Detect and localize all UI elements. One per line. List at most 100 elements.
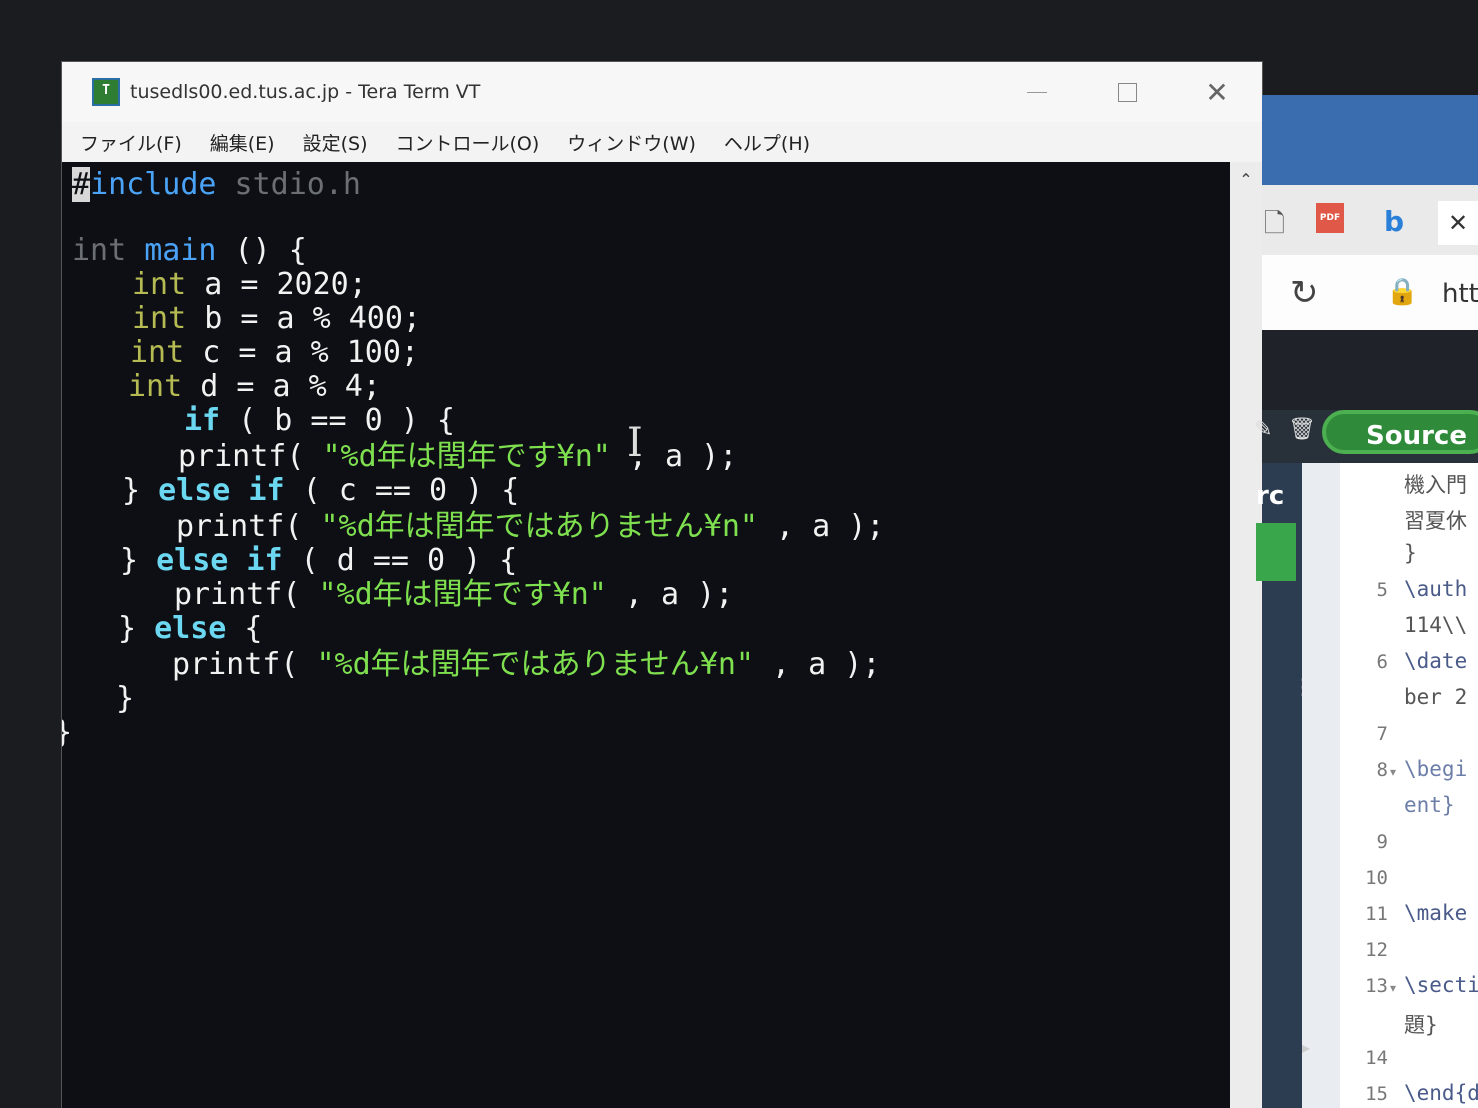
token-rest: b = a % 400; bbox=[186, 301, 421, 336]
token-string: "%d年は閏年ではありません¥n" bbox=[316, 647, 754, 682]
token-printf: printf( bbox=[178, 439, 323, 474]
teraterm-window: T tusedls00.ed.tus.ac.jp - Tera Term VT … bbox=[62, 62, 1262, 1108]
token-brace: } bbox=[120, 543, 157, 578]
token-printf: printf( bbox=[174, 577, 319, 612]
pdf-icon[interactable]: PDF bbox=[1316, 203, 1344, 233]
code-line-6: int c = a % 100; bbox=[130, 336, 419, 370]
token-string: "%d年は閏年です¥n" bbox=[322, 439, 611, 474]
editor-line: } bbox=[1404, 541, 1417, 565]
token-include: include bbox=[90, 167, 217, 202]
line-number: 10 bbox=[1365, 867, 1388, 889]
token-type: int bbox=[128, 369, 183, 404]
file-tree-label[interactable]: rc bbox=[1256, 481, 1284, 511]
menu-setup[interactable]: 設定(S) bbox=[303, 129, 368, 156]
token-brace: } bbox=[122, 473, 159, 508]
editor-line: ent} bbox=[1404, 793, 1455, 817]
overleaf-toolbar bbox=[1262, 330, 1478, 410]
bing-icon[interactable]: b bbox=[1384, 205, 1404, 238]
code-line-16: } bbox=[116, 681, 135, 716]
token-type: int bbox=[130, 335, 185, 370]
title-bar[interactable]: T tusedls00.ed.tus.ac.jp - Tera Term VT … bbox=[62, 62, 1262, 122]
code-line-5: int b = a % 400; bbox=[132, 302, 421, 336]
editor-line: \auth bbox=[1404, 577, 1468, 601]
token-main: main bbox=[126, 233, 217, 268]
editor-gutter-strip: ▸ bbox=[1302, 463, 1340, 1108]
line-number: 13 bbox=[1365, 975, 1388, 997]
url-text[interactable]: htt bbox=[1442, 279, 1478, 309]
line-number: 7 bbox=[1376, 723, 1388, 745]
token-rest: , a ); bbox=[753, 647, 881, 682]
token-rest: ( d == 0 ) { bbox=[282, 543, 518, 578]
code-line-17: } bbox=[62, 716, 72, 750]
line-number: 9 bbox=[1376, 831, 1388, 853]
maximize-button[interactable] bbox=[1092, 70, 1162, 114]
line-number: 5 bbox=[1376, 579, 1388, 601]
menu-help[interactable]: ヘルプ(H) bbox=[724, 129, 810, 156]
editor-line: 機入門 bbox=[1404, 473, 1467, 497]
token-rest: () { bbox=[216, 233, 307, 268]
fold-arrow-icon[interactable]: ▾ bbox=[1390, 765, 1396, 779]
file-tree-selected[interactable] bbox=[1256, 523, 1296, 581]
desktop-background bbox=[1262, 95, 1478, 185]
token-string: "%d年は閏年ではありません¥n" bbox=[320, 509, 758, 544]
reload-icon[interactable]: ↻ bbox=[1290, 273, 1319, 313]
code-line-8: if ( b == 0 ) { bbox=[184, 404, 455, 438]
token-else-if: else if bbox=[158, 473, 285, 508]
editor-line: \begi bbox=[1404, 757, 1468, 781]
line-number: 14 bbox=[1365, 1047, 1388, 1069]
menu-file[interactable]: ファイル(F) bbox=[80, 129, 182, 156]
teraterm-app-icon: T bbox=[92, 78, 120, 106]
close-button[interactable]: ✕ bbox=[1182, 70, 1252, 114]
code-line-4: int a = 2020; bbox=[132, 268, 367, 302]
token-else: else bbox=[154, 611, 227, 646]
address-bar: ↻ 🔒 htt bbox=[1262, 255, 1478, 330]
token-rest: ( c == 0 ) { bbox=[284, 473, 520, 508]
tab-close-button[interactable]: ✕ bbox=[1438, 201, 1478, 245]
minimize-button[interactable] bbox=[1002, 70, 1072, 114]
line-number: 15 bbox=[1365, 1083, 1388, 1105]
menu-window[interactable]: ウィンドウ(W) bbox=[567, 129, 696, 156]
token-type: int bbox=[132, 267, 187, 302]
minimize-icon bbox=[1027, 91, 1047, 93]
editor-line: \make bbox=[1404, 901, 1468, 925]
editor-line: ber 2 bbox=[1404, 685, 1468, 709]
code-line-10: } else if ( c == 0 ) { bbox=[122, 474, 519, 508]
token-rest: { bbox=[226, 611, 263, 646]
editor-line: 習夏休 bbox=[1404, 509, 1467, 533]
line-number: 11 bbox=[1365, 903, 1388, 925]
menu-edit[interactable]: 編集(E) bbox=[210, 129, 275, 156]
terminal-screen[interactable]: #include stdio.h int main () { int a = 2… bbox=[62, 162, 1230, 1108]
token-header: stdio.h bbox=[216, 167, 361, 202]
document-icon[interactable]: 🗋 bbox=[1264, 205, 1285, 249]
editor-line: \date bbox=[1404, 649, 1468, 673]
menu-control[interactable]: コントロール(O) bbox=[396, 129, 540, 156]
source-toggle-button[interactable]: Source bbox=[1322, 410, 1478, 454]
code-line-9: printf( "%d年は閏年です¥n" , a ); bbox=[178, 440, 737, 474]
fold-arrow-icon[interactable]: ▾ bbox=[1390, 981, 1396, 995]
collapse-arrow-icon[interactable]: ▸ bbox=[1302, 1038, 1310, 1057]
latex-editor[interactable]: 機入門 習夏休 } 5 \auth 114\\ 6 \date ber 2 7 … bbox=[1340, 463, 1478, 1108]
line-number: 8 bbox=[1376, 759, 1388, 781]
code-line-13: printf( "%d年は閏年です¥n" , a ); bbox=[174, 578, 733, 612]
scroll-up-icon[interactable]: ⌃ bbox=[1230, 170, 1262, 189]
trash-icon[interactable]: 🗑 bbox=[1288, 417, 1316, 442]
code-line-11: printf( "%d年は閏年ではありません¥n" , a ); bbox=[176, 510, 884, 544]
editor-line: 114\\ bbox=[1404, 613, 1468, 637]
vertical-scrollbar[interactable]: ⌃ bbox=[1230, 162, 1262, 1108]
pencil-icon[interactable]: ✎ bbox=[1254, 417, 1272, 442]
token-if: if bbox=[184, 403, 221, 438]
editor-line: 題} bbox=[1404, 1013, 1438, 1037]
token-rest: ( b == 0 ) { bbox=[220, 403, 455, 438]
lock-icon[interactable]: 🔒 bbox=[1386, 277, 1418, 307]
code-line-7: int d = a % 4; bbox=[128, 370, 381, 404]
code-line-3: int main () { bbox=[72, 234, 307, 268]
token-int: int bbox=[72, 233, 127, 268]
window-title: tusedls00.ed.tus.ac.jp - Tera Term VT bbox=[130, 81, 481, 103]
file-tree-panel: rc ⋮ bbox=[1256, 463, 1314, 1108]
token-printf: printf( bbox=[176, 509, 321, 544]
maximize-icon bbox=[1117, 82, 1137, 102]
token-type: int bbox=[132, 301, 187, 336]
token-rest: c = a % 100; bbox=[184, 335, 419, 370]
token-rest: a = 2020; bbox=[186, 267, 367, 302]
editor-line: \secti bbox=[1404, 973, 1478, 997]
